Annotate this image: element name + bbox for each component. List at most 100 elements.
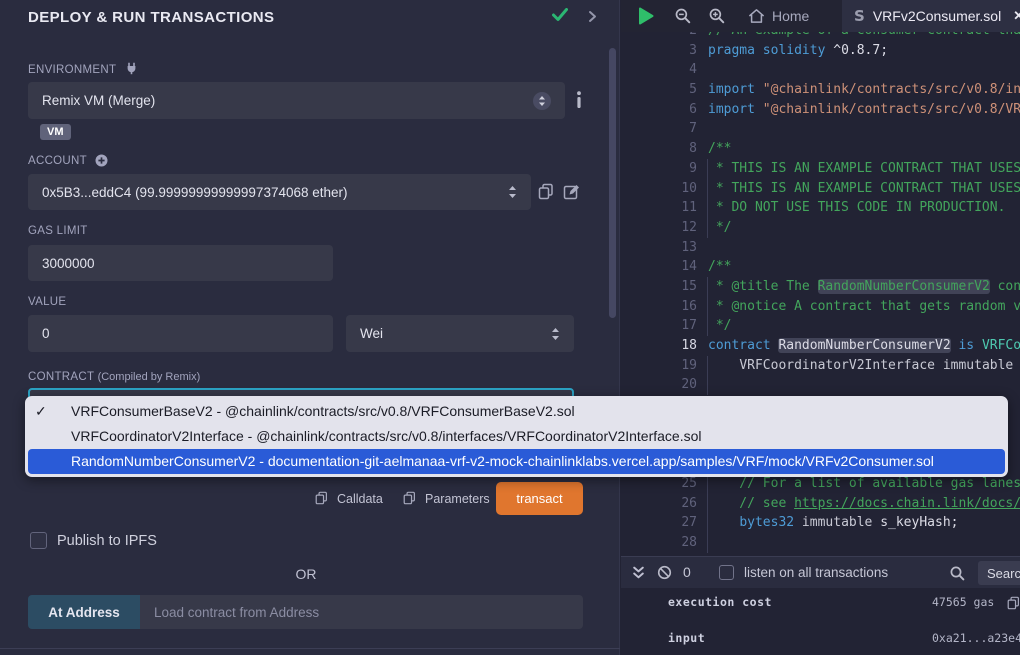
add-account-plus-icon[interactable] — [95, 154, 108, 167]
code-text: import "@chainlink/contracts/src/v0.8/VR… — [708, 100, 1020, 120]
contract-sublabel: (Compiled by Remix) — [98, 371, 201, 383]
listen-all-transactions-label: listen on all transactions — [744, 565, 888, 580]
code-text: /** — [708, 257, 731, 277]
code-line: 15 * @title The RandomNumberConsumerV2 c… — [621, 277, 1020, 297]
line-number: 19 — [621, 356, 697, 376]
gas-limit-input[interactable] — [28, 245, 333, 281]
gas-limit-label: GAS LIMIT — [28, 225, 88, 237]
line-number: 6 — [621, 100, 697, 120]
environment-info-icon[interactable] — [574, 91, 584, 109]
environment-select[interactable]: Remix VM (Merge) — [28, 82, 565, 119]
code-text: * DO NOT USE THIS CODE IN PRODUCTION. — [708, 198, 1005, 218]
panel-divider — [0, 648, 620, 649]
environment-label: ENVIRONMENT — [28, 62, 138, 76]
panel-expand-chevron-icon[interactable] — [588, 10, 597, 23]
contract-option[interactable]: ✓VRFConsumerBaseV2 - @chainlink/contract… — [28, 399, 1005, 424]
line-number: 8 — [621, 139, 697, 159]
at-address-input[interactable] — [140, 595, 583, 629]
line-number: 11 — [621, 198, 697, 218]
close-tab-icon[interactable]: ✕ — [1013, 8, 1020, 24]
contract-option[interactable]: RandomNumberConsumerV2 - documentation-g… — [28, 449, 1005, 474]
code-text: /** — [708, 139, 731, 159]
terminal-row: input0xa21...a23e4 — [621, 631, 1020, 647]
select-carets-icon — [533, 92, 551, 110]
code-line: 18 contract RandomNumberConsumerV2 is VRF… — [621, 336, 1020, 356]
copy-parameters-icon[interactable] — [403, 491, 416, 505]
or-divider: OR — [0, 566, 612, 582]
line-number: 7 — [621, 119, 697, 139]
expand-terminal-chevrons-icon[interactable] — [632, 566, 645, 580]
deploy-run-panel: DEPLOY & RUN TRANSACTIONS ENVIRONMENT Re… — [0, 0, 620, 655]
run-script-play-icon[interactable] — [638, 7, 654, 25]
code-text: * THIS IS AN EXAMPLE CONTRACT THAT USES … — [708, 179, 1020, 199]
value-label: VALUE — [28, 296, 66, 308]
at-address-button[interactable]: At Address — [28, 595, 140, 629]
panel-title: DEPLOY & RUN TRANSACTIONS — [28, 9, 274, 26]
line-number: 14 — [621, 257, 697, 277]
contract-option-label: VRFConsumerBaseV2 - @chainlink/contracts… — [71, 403, 575, 419]
code-text: contract RandomNumberConsumerV2 is VRFCo… — [708, 336, 1020, 356]
code-editor[interactable]: 2// An example of a consumer contract th… — [621, 32, 1020, 556]
code-line: 14 /** — [621, 257, 1020, 277]
contract-dropdown-menu: ✓VRFConsumerBaseV2 - @chainlink/contract… — [25, 396, 1008, 477]
code-line: 3pragma solidity ^0.8.7; — [621, 41, 1020, 61]
code-line: 27 bytes32 immutable s_keyHash; — [621, 513, 1020, 533]
line-number: 17 — [621, 316, 697, 336]
terminal-row: execution cost47565 gas — [621, 595, 1020, 611]
line-number: 4 — [621, 60, 697, 80]
calldata-label[interactable]: Calldata — [337, 492, 383, 506]
home-icon — [748, 8, 765, 24]
terminal-row-label: execution cost — [668, 595, 772, 609]
vm-badge: VM — [40, 124, 71, 140]
line-number: 15 — [621, 277, 697, 297]
terminal-search-input[interactable] — [978, 561, 1020, 585]
editor-region: Home S VRFv2Consumer.sol ✕ 2// An exampl… — [621, 0, 1020, 655]
transact-button[interactable]: transact — [496, 482, 583, 515]
code-line: 6 import "@chainlink/contracts/src/v0.8/V… — [621, 100, 1020, 120]
code-text: import "@chainlink/contracts/src/v0.8/in… — [708, 80, 1020, 100]
tab-vrfv2consumer[interactable]: S VRFv2Consumer.sol ✕ — [842, 0, 1020, 32]
value-unit-select[interactable]: Wei — [346, 315, 574, 352]
terminal-output: execution cost47565 gas input0xa21...a23e… — [621, 588, 1020, 655]
zoom-in-icon[interactable] — [709, 8, 725, 24]
terminal-row-label: input — [668, 631, 705, 645]
account-value: 0x5B3...eddC4 (99.99999999999997374068 e… — [42, 185, 348, 200]
copy-value-icon[interactable] — [1007, 596, 1020, 610]
publish-ipfs-label: Publish to IPFS — [57, 533, 157, 549]
compile-success-check-icon — [552, 8, 568, 22]
code-line: 2// An example of a consumer contract th… — [621, 32, 1020, 41]
line-number: 18 — [621, 336, 697, 356]
parameters-label[interactable]: Parameters — [425, 492, 490, 506]
editor-tabbar: Home S VRFv2Consumer.sol ✕ — [621, 0, 1020, 32]
terminal-toolbar: 0 listen on all transactions — [621, 556, 1020, 588]
clear-console-icon[interactable] — [657, 565, 672, 580]
code-text: */ — [708, 218, 731, 238]
code-text: // An example of a consumer contract tha… — [708, 32, 1020, 41]
edit-account-icon[interactable] — [563, 183, 580, 200]
code-line: 20 — [621, 375, 1020, 395]
publish-ipfs-checkbox[interactable] — [30, 532, 47, 549]
value-input[interactable] — [28, 315, 333, 352]
listen-all-transactions-checkbox[interactable] — [719, 565, 734, 580]
line-number: 3 — [621, 41, 697, 61]
contract-option[interactable]: VRFCoordinatorV2Interface - @chainlink/c… — [28, 424, 1005, 449]
code-line: 26 // see https://docs.chain.link/docs/v… — [621, 494, 1020, 514]
line-number: 5 — [621, 80, 697, 100]
code-text: * THIS IS AN EXAMPLE CONTRACT THAT USES … — [708, 159, 1020, 179]
line-number: 26 — [621, 494, 697, 514]
zoom-out-icon[interactable] — [675, 8, 691, 24]
panel-scrollbar-thumb[interactable] — [609, 48, 616, 318]
solidity-file-icon: S — [854, 7, 865, 25]
value-unit: Wei — [360, 326, 383, 341]
copy-account-icon[interactable] — [538, 183, 554, 200]
terminal-search-icon[interactable] — [950, 566, 965, 581]
line-number: 27 — [621, 513, 697, 533]
tab-home-label: Home — [772, 8, 809, 24]
select-carets-icon — [551, 327, 560, 341]
copy-calldata-icon[interactable] — [315, 491, 328, 505]
code-line: 10 * THIS IS AN EXAMPLE CONTRACT THAT US… — [621, 179, 1020, 199]
code-line: 12 */ — [621, 218, 1020, 238]
account-select[interactable]: 0x5B3...eddC4 (99.99999999999997374068 e… — [28, 174, 531, 210]
tab-active-label: VRFv2Consumer.sol — [873, 8, 1001, 24]
tab-home[interactable]: Home — [733, 0, 833, 32]
